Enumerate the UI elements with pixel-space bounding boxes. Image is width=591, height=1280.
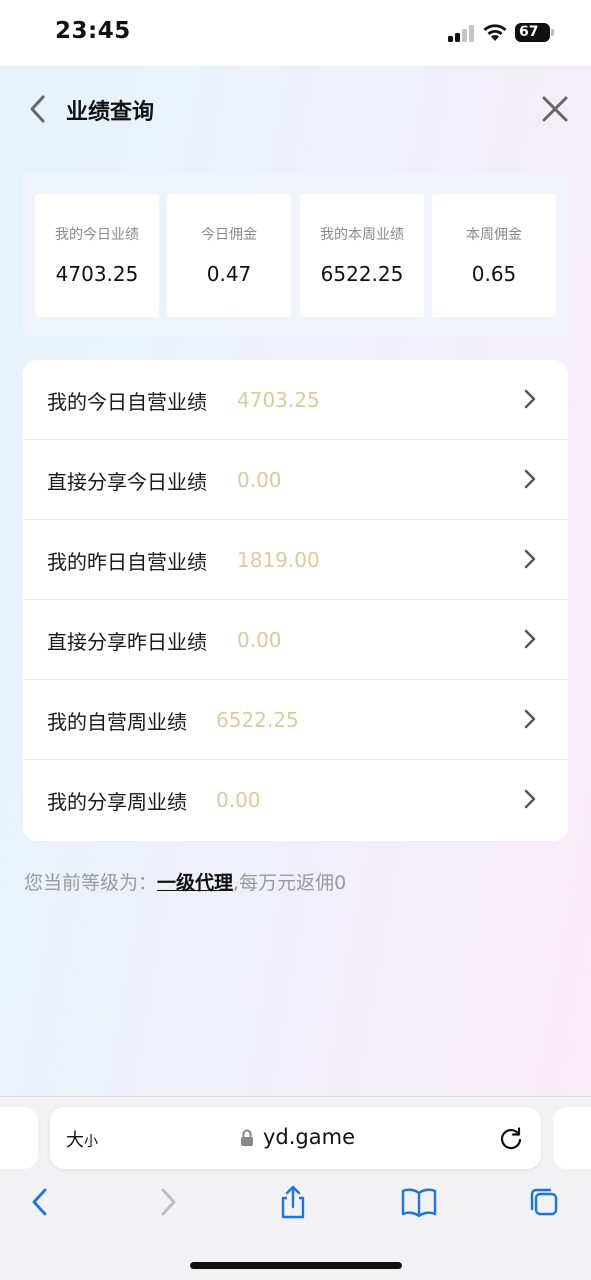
url-text[interactable]: yd.game [263, 1125, 355, 1149]
summary-card-week-commission: 本周佣金 0.65 [432, 194, 556, 317]
browser-toolbar: 大小 yd.game [0, 1096, 591, 1280]
summary-card-today-performance: 我的今日业绩 4703.25 [35, 194, 159, 317]
summary-card-value: 6522.25 [320, 262, 404, 286]
summary-panel: 我的今日业绩 4703.25 今日佣金 0.47 我的本周业绩 6522.25 … [23, 174, 568, 336]
summary-card-value: 0.65 [471, 262, 517, 286]
summary-card-week-performance: 我的本周业绩 6522.25 [300, 194, 424, 317]
list-item-today-share-performance[interactable]: 直接分享今日业绩 0.00 [23, 440, 568, 520]
cellular-signal-icon [448, 25, 476, 42]
tabs-icon[interactable] [527, 1185, 559, 1219]
previous-tab-peek[interactable] [0, 1107, 38, 1169]
summary-card-value: 0.47 [206, 262, 252, 286]
next-tab-peek[interactable] [553, 1107, 591, 1169]
list-item-yesterday-self-performance[interactable]: 我的昨日自营业绩 1819.00 [23, 520, 568, 600]
list-item-label: 我的今日自营业绩 [47, 390, 207, 414]
list-item-label: 我的分享周业绩 [47, 790, 187, 814]
reload-icon[interactable] [498, 1125, 524, 1151]
list-item-today-self-performance[interactable]: 我的今日自营业绩 4703.25 [23, 360, 568, 440]
chevron-right-icon [524, 389, 536, 409]
list-item-week-share-performance[interactable]: 我的分享周业绩 0.00 [23, 760, 568, 840]
list-item-label: 直接分享今日业绩 [47, 470, 207, 494]
text-size-big: 大 [66, 1130, 84, 1151]
text-size-small: 小 [84, 1134, 98, 1150]
battery-icon: 67 [515, 23, 554, 42]
page-title: 业绩查询 [66, 100, 155, 125]
back-chevron-icon[interactable] [26, 94, 50, 124]
list-item-value: 0.00 [216, 788, 261, 812]
summary-card-today-commission: 今日佣金 0.47 [167, 194, 291, 317]
chevron-right-icon [524, 469, 536, 489]
level-suffix: ,每万元返佣0 [233, 872, 347, 894]
page-content: 业绩查询 我的今日业绩 4703.25 今日佣金 0.47 我的本周业绩 652… [0, 66, 591, 1096]
lock-icon [241, 1129, 253, 1146]
list-item-label: 直接分享昨日业绩 [47, 630, 207, 654]
list-item-value: 0.00 [237, 468, 282, 492]
forward-icon[interactable] [152, 1185, 184, 1219]
list-item-week-self-performance[interactable]: 我的自营周业绩 6522.25 [23, 680, 568, 760]
chevron-right-icon [524, 709, 536, 729]
summary-card-label: 我的本周业绩 [320, 227, 404, 243]
level-info: 您当前等级为：一级代理,每万元返佣0 [24, 868, 346, 895]
summary-card-value: 4703.25 [55, 262, 139, 286]
list-item-value: 6522.25 [216, 708, 299, 732]
list-item-yesterday-share-performance[interactable]: 直接分享昨日业绩 0.00 [23, 600, 568, 680]
list-item-label: 我的昨日自营业绩 [47, 550, 207, 574]
list-item-value: 0.00 [237, 628, 282, 652]
status-bar: 23:45 67 [0, 0, 591, 66]
status-time: 23:45 [55, 18, 131, 44]
close-icon[interactable] [541, 95, 569, 123]
list-item-value: 4703.25 [237, 388, 320, 412]
list-item-value: 1819.00 [237, 548, 320, 572]
list-item-label: 我的自营周业绩 [47, 710, 187, 734]
chevron-right-icon [524, 629, 536, 649]
home-indicator [190, 1262, 402, 1269]
address-bar[interactable]: 大小 yd.game [50, 1107, 541, 1169]
level-link[interactable]: 一级代理 [157, 872, 233, 894]
share-icon[interactable] [277, 1185, 309, 1219]
chevron-right-icon [524, 549, 536, 569]
chevron-right-icon [524, 789, 536, 809]
text-size-button[interactable]: 大小 [66, 1126, 98, 1152]
level-prefix: 您当前等级为： [24, 872, 158, 894]
back-icon[interactable] [24, 1185, 56, 1219]
summary-card-label: 我的今日业绩 [55, 227, 139, 243]
wifi-icon [483, 24, 507, 41]
summary-card-label: 今日佣金 [201, 227, 257, 243]
summary-card-label: 本周佣金 [466, 227, 522, 243]
bookmarks-icon[interactable] [401, 1185, 437, 1219]
performance-list: 我的今日自营业绩 4703.25 直接分享今日业绩 0.00 我的昨日自营业绩 … [23, 360, 568, 841]
